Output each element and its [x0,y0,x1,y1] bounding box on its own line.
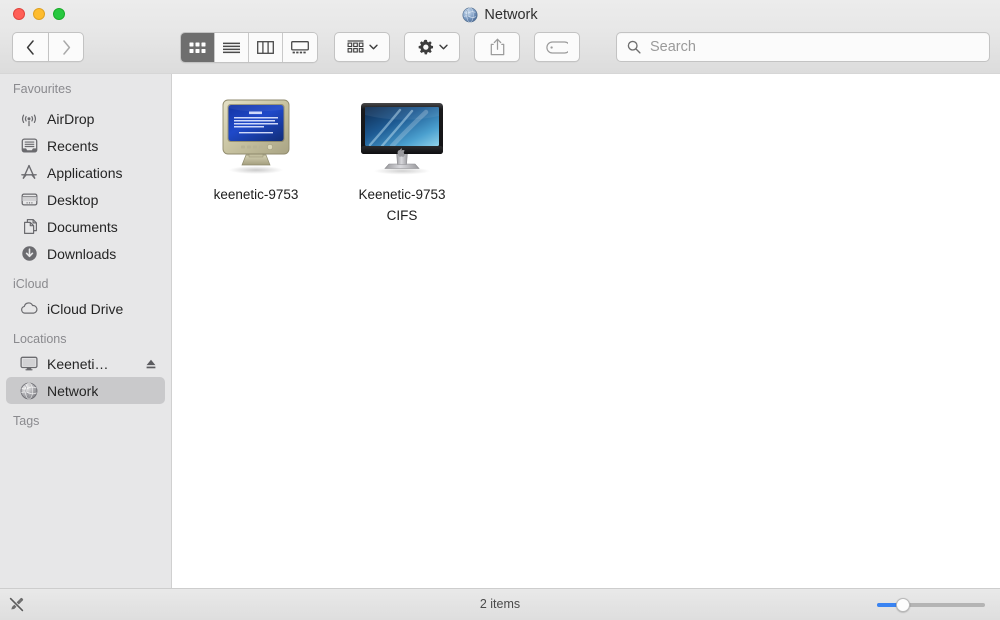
sidebar-item-label: Keeneti… [47,355,109,372]
share-icon [490,38,504,56]
sidebar-item-recents[interactable]: Recents [6,132,165,159]
globe-icon [462,7,478,23]
share-button[interactable] [474,32,520,62]
chevron-down-icon [438,44,448,50]
traffic-lights [13,8,65,20]
sidebar-item-keenetic[interactable]: Keeneti… [6,350,165,377]
cinema-display-icon [356,90,448,176]
file-label: Keenetic-9753 CIFS [358,187,446,223]
chevron-left-icon [26,39,34,55]
sidebar-item-label: AirDrop [47,110,95,127]
globe-icon [20,382,38,400]
icon-grid: keenetic-9753 Keenetic-9753 CIFS [173,74,475,226]
sidebar-item-documents[interactable]: Documents [6,213,165,240]
sidebar-section-tags: Tags [13,414,40,428]
icloud-icon [20,300,38,318]
columns-icon [257,41,274,54]
action-button[interactable] [404,32,460,62]
file-browser-content[interactable]: keenetic-9753 Keenetic-9753 CIFS [173,74,1000,588]
window-title: Network [0,6,1000,28]
sidebar-item-desktop[interactable]: Desktop [6,186,165,213]
zoom-button[interactable] [53,8,65,20]
tag-icon [546,40,568,54]
sidebar-item-applications[interactable]: Applications [6,159,165,186]
search-placeholder: Search [650,39,696,55]
sidebar-item-icloud-drive[interactable]: iCloud Drive [6,295,165,322]
finder-window: Network Search Favourites AirDrop Recent… [0,0,1000,620]
chevron-down-icon [368,44,378,50]
forward-button[interactable] [48,32,84,62]
status-bar: 2 items [0,588,1000,620]
icon-size-slider[interactable] [877,598,985,612]
desktop-icon [20,191,38,209]
file-item[interactable]: keenetic-9753 [183,86,329,226]
display-icon [20,355,38,373]
grid-icon [189,42,206,53]
group-icon [347,40,363,53]
applications-icon [20,164,38,182]
sidebar-item-downloads[interactable]: Downloads [6,240,165,267]
chevron-right-icon [62,39,70,55]
crt-monitor-icon [215,90,297,176]
sidebar-item-label: Network [47,382,99,399]
sidebar-item-label: iCloud Drive [47,300,124,317]
sidebar-section-icloud: iCloud [13,277,49,291]
slider-knob[interactable] [896,598,910,612]
downloads-icon [20,245,38,263]
list-view-button[interactable] [215,33,249,62]
view-mode-segmented-control [180,32,318,63]
sidebar-section-favourites: Favourites [13,82,72,96]
search-field[interactable]: Search [616,32,990,62]
back-button[interactable] [12,32,48,62]
gallery-icon [291,41,309,54]
sidebar-item-label: Desktop [47,191,99,208]
list-icon [223,42,240,53]
file-label: keenetic-9753 [213,187,299,202]
sidebar-item-label: Recents [47,137,99,154]
sidebar: Favourites AirDrop Recents Applications … [0,74,172,588]
sidebar-item-label: Documents [47,218,118,235]
close-button[interactable] [13,8,25,20]
item-count-label: 2 items [479,597,521,611]
sidebar-item-airdrop[interactable]: AirDrop [6,105,165,132]
eject-icon[interactable] [145,358,157,370]
icon-view-button[interactable] [181,33,215,62]
minimise-button[interactable] [33,8,45,20]
airdrop-icon [20,110,38,128]
search-icon [627,40,641,54]
documents-icon [20,218,38,236]
toolbar: Network Search [0,0,1000,74]
sidebar-item-network[interactable]: Network [6,377,165,404]
tag-button[interactable] [534,32,580,62]
window-title-text: Network [484,7,538,23]
group-by-button[interactable] [334,32,390,62]
column-view-button[interactable] [249,33,283,62]
file-item[interactable]: Keenetic-9753 CIFS [329,86,475,226]
sidebar-item-label: Applications [47,164,123,181]
sidebar-item-label: Downloads [47,245,117,262]
gear-icon [418,39,433,54]
navigation-buttons [12,32,84,62]
sidebar-section-locations: Locations [13,332,67,346]
gallery-view-button[interactable] [283,33,317,62]
recents-icon [20,137,38,155]
